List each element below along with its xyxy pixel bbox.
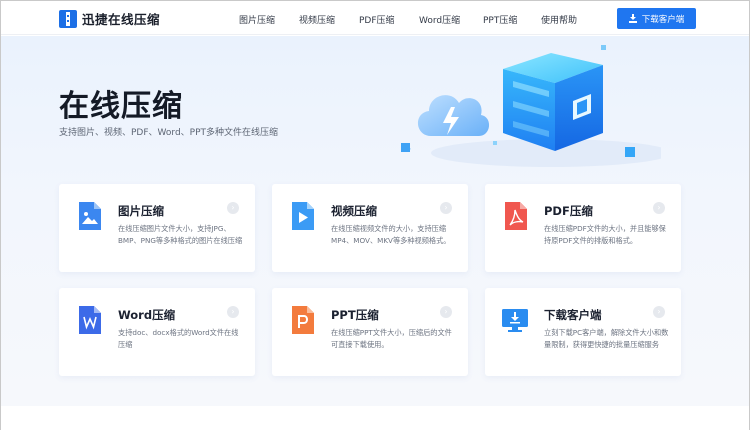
card-description: 立刻下载PC客户端，解除文件大小和数量限制，获得更快捷的批量压缩服务 xyxy=(544,328,669,350)
chevron-right-icon[interactable]: › xyxy=(653,202,665,214)
pdf-file-icon xyxy=(505,202,527,230)
card-description: 支持doc、docx格式的Word文件在线压缩 xyxy=(118,328,239,350)
monitor-download-icon xyxy=(502,309,528,332)
chevron-right-icon[interactable]: › xyxy=(440,202,452,214)
image-file-icon xyxy=(79,202,101,230)
nav-item-video-compress[interactable]: 视频压缩 xyxy=(299,13,335,26)
chevron-right-icon[interactable]: › xyxy=(440,306,452,318)
word-file-icon xyxy=(79,306,101,334)
card-title: PPT压缩 xyxy=(331,308,379,322)
card-title: PDF压缩 xyxy=(544,204,593,218)
ppt-file-icon xyxy=(292,306,314,334)
card-description: 在线压缩图片文件大小，支持JPG、BMP、PNG等多种格式的图片在线压缩 xyxy=(118,224,243,246)
card-ppt-compress[interactable]: PPT压缩 › 在线压缩PPT文件大小，压缩后的文件可直接下载使用。 xyxy=(272,288,468,376)
logo-text: 迅捷在线压缩 xyxy=(82,12,161,27)
card-description: 在线压缩PDF文件的大小，并且能够保持原PDF文件的排版和格式。 xyxy=(544,224,666,246)
nav-item-pdf-compress[interactable]: PDF压缩 xyxy=(359,13,395,26)
top-navigation-bar: 迅捷在线压缩 图片压缩 视频压缩 PDF压缩 Word压缩 PPT压缩 使用帮助… xyxy=(1,1,749,35)
page-bottom-strip xyxy=(1,406,749,430)
download-icon xyxy=(628,14,637,23)
nav-item-ppt-compress[interactable]: PPT压缩 xyxy=(483,13,517,26)
card-pdf-compress[interactable]: PDF压缩 › 在线压缩PDF文件的大小，并且能够保持原PDF文件的排版和格式。 xyxy=(485,184,681,272)
card-description: 在线压缩视频文件的大小，支持压缩MP4、MOV、MKV等多种视频格式。 xyxy=(331,224,451,246)
chevron-right-icon[interactable]: › xyxy=(227,306,239,318)
card-image-compress[interactable]: 图片压缩 › 在线压缩图片文件大小，支持JPG、BMP、PNG等多种格式的图片在… xyxy=(59,184,255,272)
hero-subtitle: 支持图片、视频、PDF、Word、PPT多种文件在线压缩 xyxy=(59,128,279,138)
nav-item-word-compress[interactable]: Word压缩 xyxy=(419,13,460,26)
video-file-icon xyxy=(292,202,314,230)
hero-illustration xyxy=(401,45,661,167)
card-download-client[interactable]: 下载客户端 › 立刻下载PC客户端，解除文件大小和数量限制，获得更快捷的批量压缩… xyxy=(485,288,681,376)
card-video-compress[interactable]: 视频压缩 › 在线压缩视频文件的大小，支持压缩MP4、MOV、MKV等多种视频格… xyxy=(272,184,468,272)
chevron-right-icon[interactable]: › xyxy=(653,306,665,318)
download-client-label: 下载客户端 xyxy=(641,14,685,25)
card-title: 下载客户端 xyxy=(544,308,602,322)
nav-item-help[interactable]: 使用帮助 xyxy=(541,13,577,26)
nav-item-image-compress[interactable]: 图片压缩 xyxy=(239,13,275,26)
chevron-right-icon[interactable]: › xyxy=(227,202,239,214)
card-description: 在线压缩PPT文件大小，压缩后的文件可直接下载使用。 xyxy=(331,328,452,350)
hero-title: 在线压缩 xyxy=(59,89,183,124)
card-title: 视频压缩 xyxy=(331,204,377,218)
cloud-lightning-icon xyxy=(417,95,490,136)
card-title: 图片压缩 xyxy=(118,204,164,218)
card-title: Word压缩 xyxy=(118,308,176,322)
site-logo[interactable]: 迅捷在线压缩 xyxy=(59,9,160,28)
3d-box-icon xyxy=(503,53,603,151)
card-word-compress[interactable]: Word压缩 › 支持doc、docx格式的Word文件在线压缩 xyxy=(59,288,255,376)
zip-logo-icon xyxy=(59,9,77,28)
download-client-button[interactable]: 下载客户端 xyxy=(617,8,696,29)
